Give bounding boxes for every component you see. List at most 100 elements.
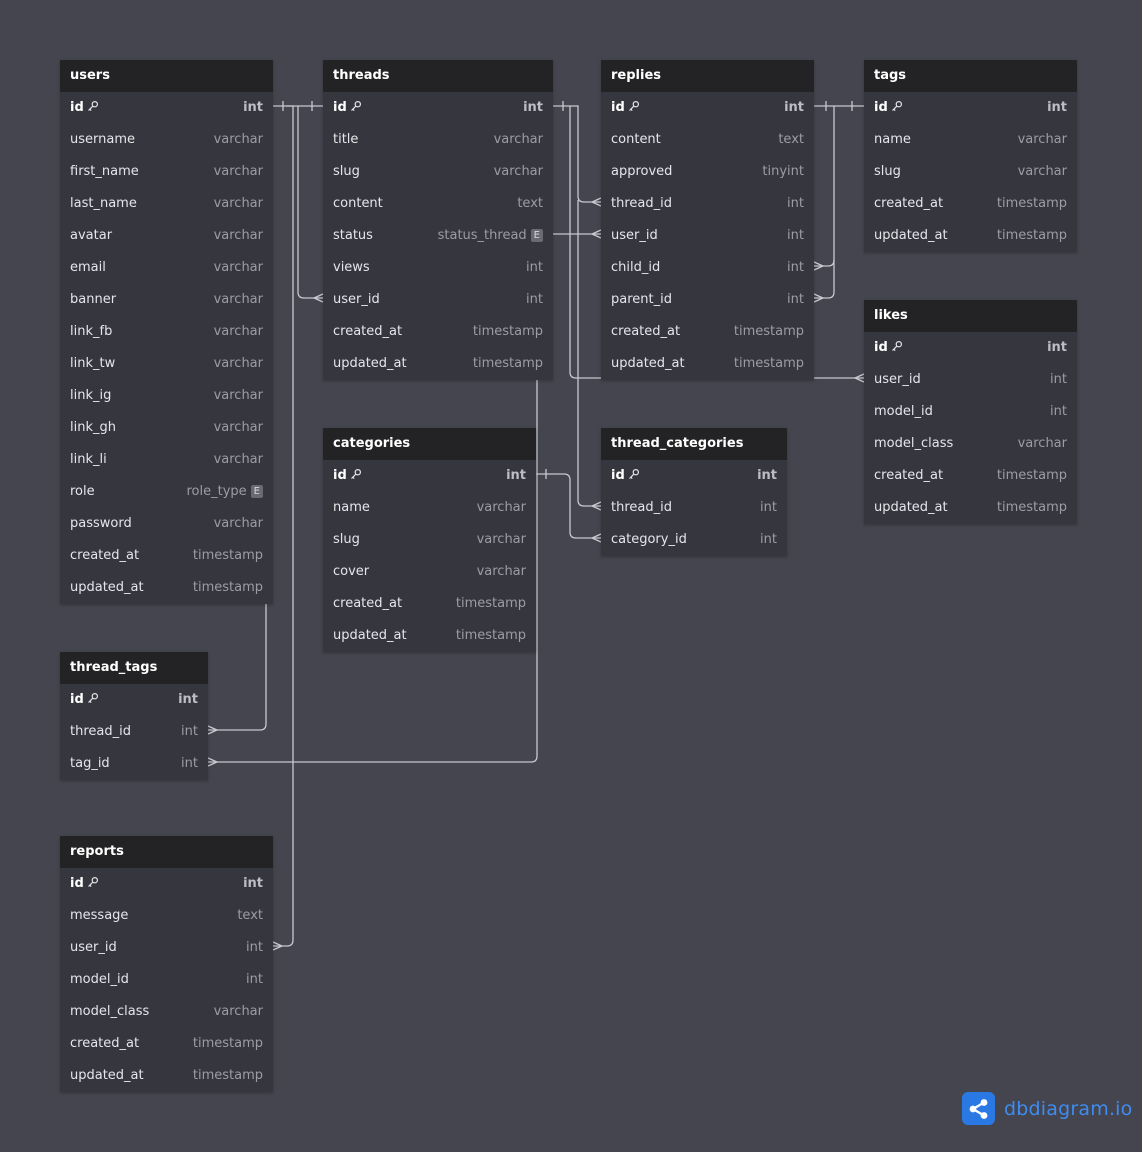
column-name: title [333, 132, 359, 147]
column-row[interactable]: model_class varchar [60, 996, 273, 1028]
primary-key-icon [84, 100, 99, 115]
column-row[interactable]: created_at timestamp [323, 588, 536, 620]
column-type-label: timestamp [455, 628, 526, 643]
table-threads[interactable]: threads id int title varchar slug varchar conte… [323, 60, 553, 380]
column-row[interactable]: child_id int [601, 252, 814, 284]
table-thread-tags[interactable]: thread_tags id int thread_id int tag_id int [60, 652, 208, 780]
column-row[interactable]: model_class varchar [864, 428, 1077, 460]
column-row[interactable]: updated_at timestamp [323, 620, 536, 652]
column-row[interactable]: link_tw varchar [60, 348, 273, 380]
column-row[interactable]: first_name varchar [60, 156, 273, 188]
table-header[interactable]: categories [323, 428, 536, 460]
column-name: link_tw [70, 356, 116, 371]
column-row[interactable]: avatar varchar [60, 220, 273, 252]
table-header[interactable]: threads [323, 60, 553, 92]
column-row[interactable]: id int [864, 332, 1077, 364]
column-name: link_ig [70, 388, 112, 403]
column-row[interactable]: user_id int [323, 284, 553, 316]
column-row[interactable]: id int [60, 92, 273, 124]
column-row[interactable]: password varchar [60, 508, 273, 540]
column-row[interactable]: category_id int [601, 524, 787, 556]
table-header[interactable]: tags [864, 60, 1077, 92]
relation-users-reports [273, 105, 294, 947]
column-type: varchar [214, 316, 263, 348]
column-row[interactable]: created_at timestamp [60, 540, 273, 572]
column-row[interactable]: approved tinyint [601, 156, 814, 188]
column-row[interactable]: slug varchar [864, 156, 1077, 188]
column-row[interactable]: name varchar [864, 124, 1077, 156]
column-row[interactable]: user_id int [601, 220, 814, 252]
column-row[interactable]: role role_type E [60, 476, 273, 508]
column-row[interactable]: user_id int [60, 932, 273, 964]
column-row[interactable]: updated_at timestamp [864, 492, 1077, 524]
column-type: int [526, 284, 543, 316]
column-row[interactable]: status status_thread E [323, 220, 553, 252]
table-tags[interactable]: tags id int name varchar slug varchar created_a… [864, 60, 1077, 252]
table-header[interactable]: thread_categories [601, 428, 787, 460]
column-row[interactable]: updated_at timestamp [60, 572, 273, 604]
column-row[interactable]: model_id int [60, 964, 273, 996]
column-type-label: int [787, 228, 804, 243]
column-row[interactable]: link_li varchar [60, 444, 273, 476]
column-name: message [70, 908, 129, 923]
table-replies[interactable]: replies id int content text approved tinyint th… [601, 60, 814, 380]
table-header[interactable]: likes [864, 300, 1077, 332]
column-row[interactable]: message text [60, 900, 273, 932]
column-row[interactable]: id int [323, 92, 553, 124]
table-users[interactable]: users id int username varchar first_name varch… [60, 60, 273, 604]
column-row[interactable]: created_at timestamp [864, 460, 1077, 492]
column-row[interactable]: name varchar [323, 492, 536, 524]
column-row[interactable]: user_id int [864, 364, 1077, 396]
table-thread-categories[interactable]: thread_categories id int thread_id int catego… [601, 428, 787, 556]
column-type: text [237, 900, 263, 932]
column-row[interactable]: email varchar [60, 252, 273, 284]
column-row[interactable]: updated_at timestamp [601, 348, 814, 380]
column-row[interactable]: thread_id int [601, 492, 787, 524]
column-row[interactable]: created_at timestamp [864, 188, 1077, 220]
column-row[interactable]: content text [601, 124, 814, 156]
column-row[interactable]: updated_at timestamp [323, 348, 553, 380]
dbdiagram-brand[interactable]: dbdiagram.io [962, 1092, 1132, 1125]
column-row[interactable]: parent_id int [601, 284, 814, 316]
diagram-canvas[interactable]: users id int username varchar first_name varch… [0, 0, 1142, 1152]
column-row[interactable]: updated_at timestamp [60, 1060, 273, 1092]
column-row[interactable]: slug varchar [323, 524, 536, 556]
column-row[interactable]: id int [60, 868, 273, 900]
column-row[interactable]: created_at timestamp [323, 316, 553, 348]
column-row[interactable]: banner varchar [60, 284, 273, 316]
column-row[interactable]: last_name varchar [60, 188, 273, 220]
column-type: varchar [214, 996, 263, 1028]
column-row[interactable]: id int [601, 460, 787, 492]
column-row[interactable]: model_id int [864, 396, 1077, 428]
column-row[interactable]: updated_at timestamp [864, 220, 1077, 252]
column-row[interactable]: title varchar [323, 124, 553, 156]
column-row[interactable]: id int [60, 684, 208, 716]
column-row[interactable]: thread_id int [601, 188, 814, 220]
column-row[interactable]: content text [323, 188, 553, 220]
column-row[interactable]: created_at timestamp [60, 1028, 273, 1060]
column-row[interactable]: created_at timestamp [601, 316, 814, 348]
table-likes[interactable]: likes id int user_id int model_id int model_cla… [864, 300, 1077, 524]
column-row[interactable]: thread_id int [60, 716, 208, 748]
relation-users-threads [273, 105, 323, 299]
table-header[interactable]: reports [60, 836, 273, 868]
table-header[interactable]: users [60, 60, 273, 92]
column-row[interactable]: link_gh varchar [60, 412, 273, 444]
table-header[interactable]: replies [601, 60, 814, 92]
column-row[interactable]: link_fb varchar [60, 316, 273, 348]
column-row[interactable]: tag_id int [60, 748, 208, 780]
column-row[interactable]: slug varchar [323, 156, 553, 188]
column-row[interactable]: cover varchar [323, 556, 536, 588]
column-name: updated_at [70, 580, 144, 595]
column-row[interactable]: views int [323, 252, 553, 284]
column-row[interactable]: id int [864, 92, 1077, 124]
column-row[interactable]: id int [601, 92, 814, 124]
column-row[interactable]: link_ig varchar [60, 380, 273, 412]
column-row[interactable]: username varchar [60, 124, 273, 156]
table-header[interactable]: thread_tags [60, 652, 208, 684]
column-name: created_at [333, 596, 403, 611]
table-categories[interactable]: categories id int name varchar slug varchar cov… [323, 428, 536, 652]
relation-threads-thread-categories [577, 200, 601, 507]
column-row[interactable]: id int [323, 460, 536, 492]
table-reports[interactable]: reports id int message text user_id int model_i… [60, 836, 273, 1092]
